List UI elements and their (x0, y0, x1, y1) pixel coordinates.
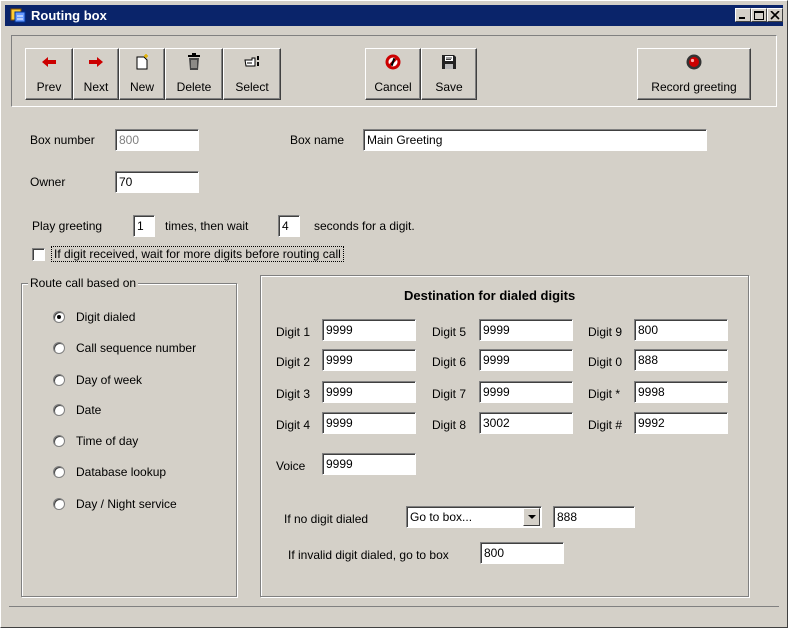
digit-6-field[interactable]: 9999 (479, 349, 573, 371)
digit-1-label: Digit 1 (276, 325, 311, 339)
radio-button[interactable] (53, 374, 65, 386)
play-greeting-label: Play greeting (32, 219, 103, 233)
invalid-digit-label: If invalid digit dialed, go to box (288, 548, 449, 562)
digit-3-label: Digit 3 (276, 387, 311, 401)
right-arrow-icon (89, 57, 103, 67)
box-number-field[interactable]: 800 (115, 129, 199, 151)
route-option-label: Call sequence number (76, 341, 197, 355)
delete-label: Delete (176, 80, 212, 94)
save-label: Save (435, 80, 463, 94)
select-label: Select (235, 80, 269, 94)
box-name-field[interactable]: Main Greeting (363, 129, 707, 151)
new-label: New (129, 80, 154, 94)
radio-button[interactable] (53, 466, 65, 478)
save-icon (442, 55, 456, 69)
close-button[interactable] (767, 8, 783, 22)
seconds-for-digit-label: seconds for a digit. (314, 219, 415, 233)
digit-5-field[interactable]: 9999 (479, 319, 573, 341)
prev-button[interactable]: Prev (25, 48, 73, 100)
digit-star-field[interactable]: 9998 (634, 381, 728, 403)
digit-2-field[interactable]: 9999 (322, 349, 416, 371)
route-call-legend: Route call based on (28, 276, 139, 290)
invalid-digit-box-field[interactable]: 800 (480, 542, 564, 564)
voice-label: Voice (276, 459, 306, 473)
digit-hash-field[interactable]: 9992 (634, 412, 728, 434)
minimize-button[interactable] (735, 8, 751, 22)
cancel-icon (385, 54, 401, 70)
digit-6-label: Digit 6 (432, 355, 467, 369)
digit-4-label: Digit 4 (276, 418, 311, 432)
select-button[interactable]: Select (223, 48, 281, 100)
window-title: Routing box (31, 8, 107, 23)
prev-label: Prev (36, 80, 62, 94)
digit-star-label: Digit * (588, 387, 621, 401)
record-greeting-label: Record greeting (651, 80, 737, 94)
pointing-hand-icon (244, 56, 259, 67)
record-greeting-button[interactable]: Record greeting (637, 48, 751, 100)
maximize-button[interactable] (751, 8, 767, 22)
wait-more-digits-label[interactable]: If digit received, wait for more digits … (51, 246, 344, 262)
wait-seconds-field[interactable]: 4 (278, 215, 300, 237)
digit-2-label: Digit 2 (276, 355, 311, 369)
minimize-icon (739, 17, 745, 19)
owner-label: Owner (30, 175, 66, 189)
destination-title: Destination for dialed digits (404, 288, 576, 303)
radio-button[interactable] (53, 311, 65, 323)
digit-3-field[interactable]: 9999 (322, 381, 416, 403)
record-icon (686, 54, 702, 70)
next-label: Next (83, 80, 109, 94)
delete-button[interactable]: Delete (165, 48, 223, 100)
cancel-label: Cancel (374, 80, 412, 94)
route-option-label: Database lookup (76, 465, 167, 479)
digit-7-label: Digit 7 (432, 387, 467, 401)
times-then-wait-label: times, then wait (165, 219, 249, 233)
voice-field[interactable]: 9999 (322, 453, 416, 475)
title-bar[interactable]: Routing box (5, 5, 783, 26)
next-button[interactable]: Next (73, 48, 119, 100)
digit-9-field[interactable]: 800 (634, 319, 728, 341)
no-digit-action-value: Go to box... (410, 510, 473, 524)
radio-button[interactable] (53, 498, 65, 510)
digit-8-label: Digit 8 (432, 418, 467, 432)
play-greeting-times-field[interactable]: 1 (133, 215, 155, 237)
digit-5-label: Digit 5 (432, 325, 467, 339)
routing-box-window: Routing box Prev Next New Delete Select … (0, 0, 788, 628)
no-digit-action-select[interactable]: Go to box... (406, 506, 542, 528)
route-option-label: Date (76, 403, 102, 417)
left-arrow-icon (42, 57, 56, 67)
radio-button[interactable] (53, 342, 65, 354)
route-option-label: Time of day (76, 434, 139, 448)
no-digit-label: If no digit dialed (284, 512, 369, 526)
owner-field[interactable]: 70 (115, 171, 199, 193)
route-option-label: Day of week (76, 373, 143, 387)
chevron-down-icon (528, 515, 536, 519)
digit-1-field[interactable]: 9999 (322, 319, 416, 341)
digit-8-field[interactable]: 3002 (479, 412, 573, 434)
digit-9-label: Digit 9 (588, 325, 623, 339)
dropdown-button[interactable] (523, 508, 540, 526)
digit-4-field[interactable]: 9999 (322, 412, 416, 434)
new-button[interactable]: New (119, 48, 165, 100)
digit-hash-label: Digit # (588, 418, 623, 432)
box-name-label: Box name (290, 133, 345, 147)
maximize-icon (754, 11, 764, 20)
new-document-icon (136, 54, 148, 70)
trash-icon (188, 53, 200, 70)
wait-more-digits-checkbox[interactable] (32, 248, 45, 261)
cancel-button[interactable]: Cancel (365, 48, 421, 100)
save-button[interactable]: Save (421, 48, 477, 100)
radio-button[interactable] (53, 435, 65, 447)
digit-0-label: Digit 0 (588, 355, 623, 369)
route-option-label: Digit dialed (76, 310, 136, 324)
divider (9, 606, 779, 607)
radio-button[interactable] (53, 404, 65, 416)
digit-7-field[interactable]: 9999 (479, 381, 573, 403)
route-option-label: Day / Night service (76, 497, 177, 511)
box-number-label: Box number (30, 133, 95, 147)
digit-0-field[interactable]: 888 (634, 349, 728, 371)
close-icon (770, 11, 780, 20)
no-digit-box-field[interactable]: 888 (553, 506, 635, 528)
app-icon (10, 7, 26, 23)
